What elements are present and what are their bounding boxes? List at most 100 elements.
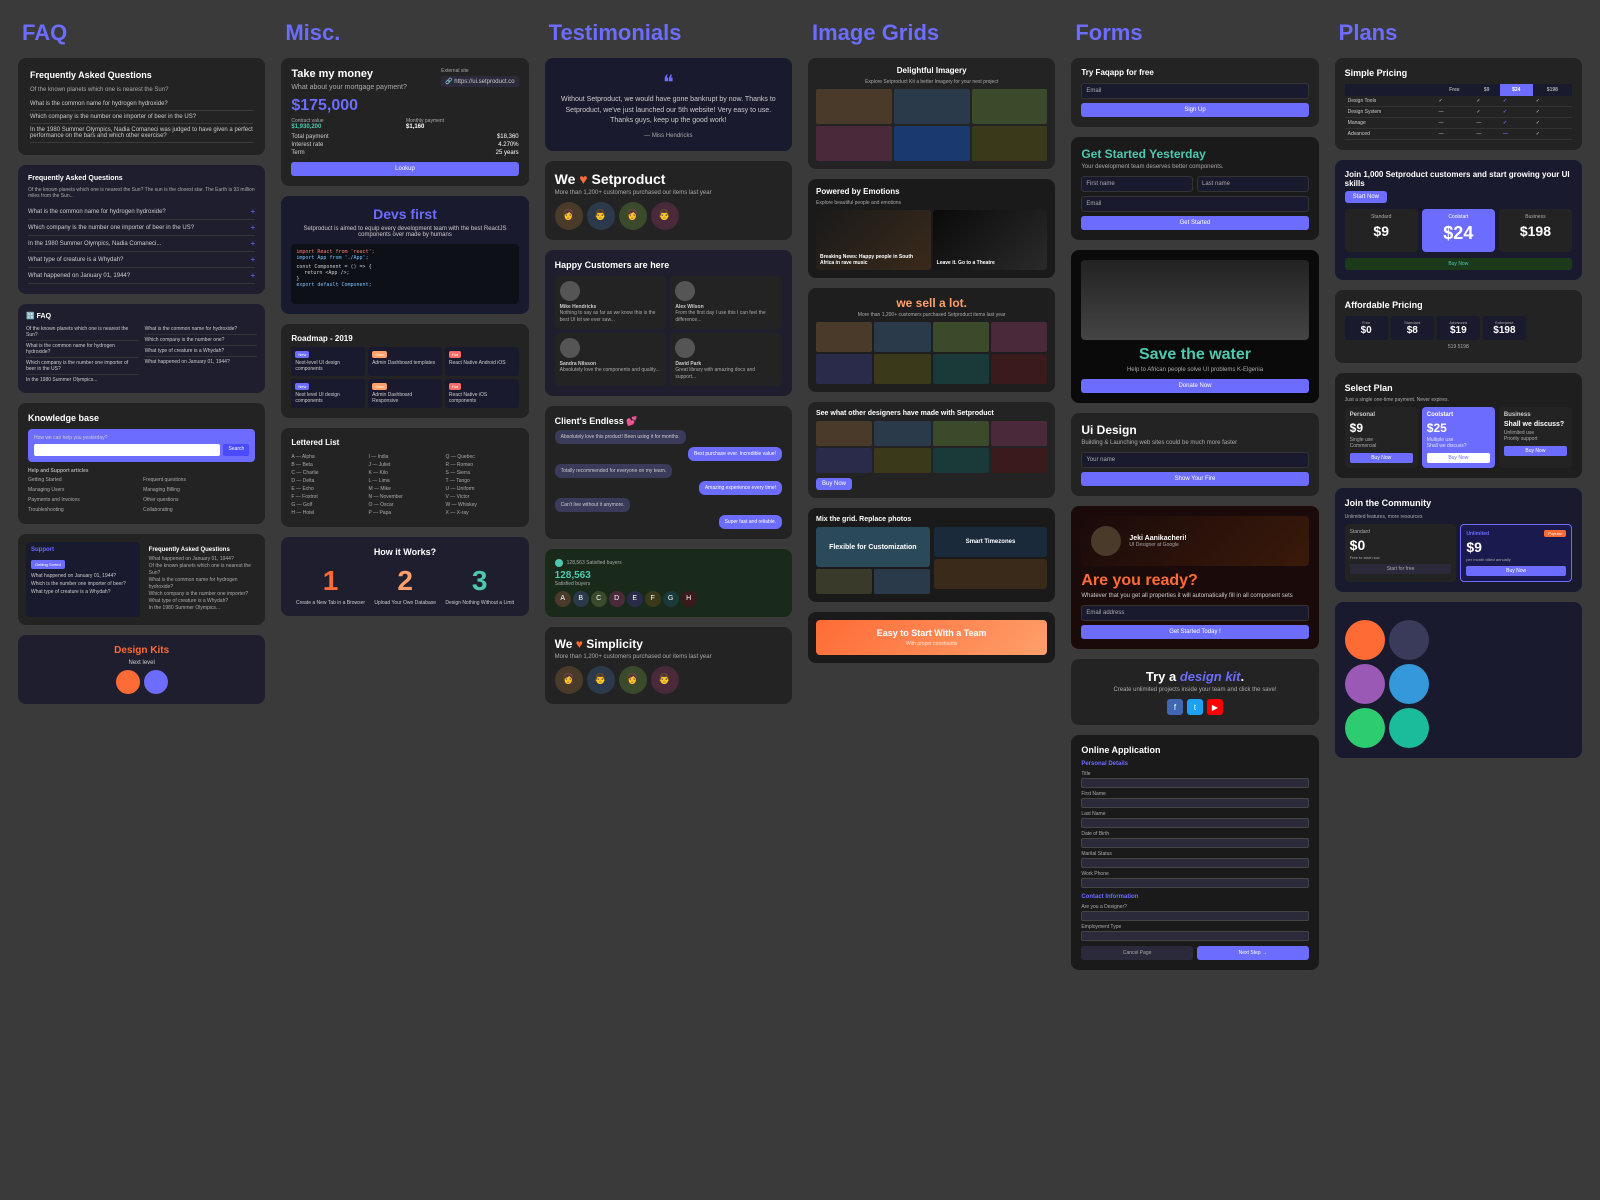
buy-now-community-btn[interactable]: Buy Now xyxy=(1466,566,1566,576)
kb-link[interactable]: Getting Started xyxy=(28,477,140,484)
color-circle-green xyxy=(1345,708,1385,748)
designer-input[interactable] xyxy=(1081,911,1308,921)
faqapp-signup-btn[interactable]: Sign Up xyxy=(1081,103,1308,117)
buyers-number: 128,563 xyxy=(555,570,782,581)
kb-link[interactable]: Managing Users xyxy=(28,487,140,494)
chat-bubble-left: Absolutely love this product! Been using… xyxy=(555,430,686,444)
personal-details-label: Personal Details xyxy=(1081,761,1308,767)
smart-label: Smart Timezones xyxy=(966,539,1016,545)
buy-now-btn[interactable]: Buy Now xyxy=(1504,446,1567,456)
money-btn[interactable]: Lookup xyxy=(291,162,518,176)
ui-design-btn[interactable]: Show Your Fire xyxy=(1081,472,1308,486)
faq-small-item: What happened on January 01, 1944? xyxy=(145,357,258,367)
hearts-icon: 💕 xyxy=(626,416,637,426)
step-3: 3 Design Nothing Without a Limit xyxy=(445,565,514,606)
faq-row[interactable]: In the 1980 Summer Olympics, Nadia Coman… xyxy=(28,236,255,252)
buyer-avatar: G xyxy=(663,591,679,607)
faq-expand-card: Frequently Asked Questions Of the known … xyxy=(18,165,265,294)
image-grids-header: Image Grids xyxy=(808,20,1055,46)
select-plan-title: Select Plan xyxy=(1345,383,1572,393)
start-now-btn[interactable]: Start Now xyxy=(1345,191,1387,203)
aff-price: $19 xyxy=(1441,325,1476,336)
buy-now-btn[interactable]: Buy Now xyxy=(1345,258,1572,270)
kb-title: Knowledge base xyxy=(28,413,255,423)
faq-small-item: What is the common name for hydrogen hyd… xyxy=(26,341,139,358)
list-item: H — Hotel xyxy=(291,509,364,517)
ready-role: UI Designer at Google xyxy=(1129,542,1186,548)
get-started-card: Get Started Yesterday Your development t… xyxy=(1071,137,1318,240)
money-row: Contract value $1,930,200 xyxy=(291,118,404,130)
color-circle-dark xyxy=(1389,620,1429,660)
kb-search-input[interactable] xyxy=(34,444,220,456)
roadmap-item-title: React Native iOS components xyxy=(449,392,515,404)
list-col: I — India J — Juliet K — Kilo L — Lima M… xyxy=(368,453,441,517)
imagery-grid xyxy=(816,89,1047,161)
kb-link[interactable]: Troubleshooting xyxy=(28,507,140,514)
get-started-btn[interactable]: Get Started xyxy=(1081,216,1308,230)
faq-row[interactable]: What is the common name for hydrogen hyd… xyxy=(28,204,255,220)
faqapp-email-field[interactable]: Email xyxy=(1081,83,1308,99)
employment-input[interactable] xyxy=(1081,931,1308,941)
marital-input[interactable] xyxy=(1081,858,1308,868)
mix-grid-inner: Flexible for Customization Smart Timezon… xyxy=(816,527,1047,594)
money-url: 🔗 https://ui.setproduct.co xyxy=(441,76,519,87)
kb-link[interactable]: Managing Billing xyxy=(143,487,255,494)
chat-bubble-left: Totally recommended for everyone on my t… xyxy=(555,464,673,478)
ready-header: Jeki Aanikacheri! UI Designer at Google xyxy=(1091,526,1298,556)
faq-item: In the 1980 Summer Olympics, Nadia Coman… xyxy=(30,124,253,143)
roadmap-badge: New xyxy=(295,351,309,358)
design-kit-icons xyxy=(116,670,168,694)
faq-small-title: 🔠 FAQ xyxy=(26,312,257,320)
forms-header: Forms xyxy=(1071,20,1318,46)
faq-row[interactable]: Which company is the number one importer… xyxy=(28,220,255,236)
simple-pricing-card: Simple Pricing Free $9 $24 $198 Design T… xyxy=(1335,58,1582,150)
buyer-avatar: D xyxy=(609,591,625,607)
roadmap-item-title: React Native Android iOS xyxy=(449,360,515,366)
quote-mark-icon: ❝ xyxy=(557,70,780,95)
main-grid: FAQ Frequently Asked Questions Of the kn… xyxy=(0,0,1600,1000)
pricing-col-standard: $9 xyxy=(1473,84,1499,96)
start-free-btn[interactable]: Start for free xyxy=(1350,564,1452,574)
faq-row[interactable]: What happened on January 01, 1944? + xyxy=(28,268,255,284)
youtube-icon[interactable]: ▶ xyxy=(1207,699,1223,715)
quote-author: — Miss Hendricks xyxy=(557,133,780,139)
dob-input[interactable] xyxy=(1081,838,1308,848)
faq-small-item: What is the common name for hydroxide? xyxy=(145,324,258,335)
get-started-email-field[interactable]: Email xyxy=(1081,196,1308,212)
how-it-works-title: How it Works? xyxy=(291,547,518,557)
get-started-sub: Your development team deserves better co… xyxy=(1081,164,1308,170)
faq-row[interactable]: What type of creature is a Whydah? + xyxy=(28,252,255,268)
kb-link[interactable]: Other questions xyxy=(143,497,255,504)
plan-name: Coolstart xyxy=(1427,214,1490,220)
phone-input[interactable] xyxy=(1081,878,1308,888)
get-started-lastname-field[interactable]: Last name xyxy=(1197,176,1309,192)
next-step-btn[interactable]: Next Step → xyxy=(1197,946,1309,960)
kb-link[interactable]: Payments and Invoices xyxy=(28,497,140,504)
kb-search-btn[interactable]: Search xyxy=(223,444,249,456)
see-designs-btn[interactable]: Buy Now xyxy=(816,478,852,490)
firstname-input[interactable] xyxy=(1081,798,1308,808)
step-1: 1 Create a New Tab in a Browser xyxy=(296,565,365,606)
save-water-card: Save the water Help to African people so… xyxy=(1071,250,1318,403)
ready-email-field[interactable]: Email address xyxy=(1081,605,1308,621)
ready-btn[interactable]: Get Started Today ! xyxy=(1081,625,1308,639)
buy-now-featured-btn[interactable]: Buy Now xyxy=(1427,453,1490,463)
ready-text: Jeki Aanikacheri! UI Designer at Google xyxy=(1129,535,1186,548)
kb-link[interactable]: Frequent questions xyxy=(143,477,255,484)
get-started-name-field[interactable]: First name xyxy=(1081,176,1193,192)
form-row: Marital Status xyxy=(1081,851,1308,868)
title-input[interactable] xyxy=(1081,778,1308,788)
kb-link[interactable]: Collaborating xyxy=(143,507,255,514)
save-water-btn[interactable]: Donate Now xyxy=(1081,379,1308,393)
join-community-card: Join the Community Unlimited features, m… xyxy=(1335,488,1582,592)
buy-now-btn[interactable]: Buy Now xyxy=(1350,453,1413,463)
emotion-cell: Breaking News: Happy people in South Afr… xyxy=(816,210,931,270)
kb-articles-label: Help and Support articles xyxy=(28,468,255,474)
cancel-btn[interactable]: Cancel Page xyxy=(1081,946,1193,960)
roadmap-card: Roadmap - 2019 New Next-level UI design … xyxy=(281,324,528,418)
facebook-icon[interactable]: f xyxy=(1167,699,1183,715)
ui-design-field[interactable]: Your name xyxy=(1081,452,1308,468)
twitter-icon[interactable]: t xyxy=(1187,699,1203,715)
lastname-input[interactable] xyxy=(1081,818,1308,828)
love-simplicity-title: We ♥ Simplicity xyxy=(555,637,782,651)
